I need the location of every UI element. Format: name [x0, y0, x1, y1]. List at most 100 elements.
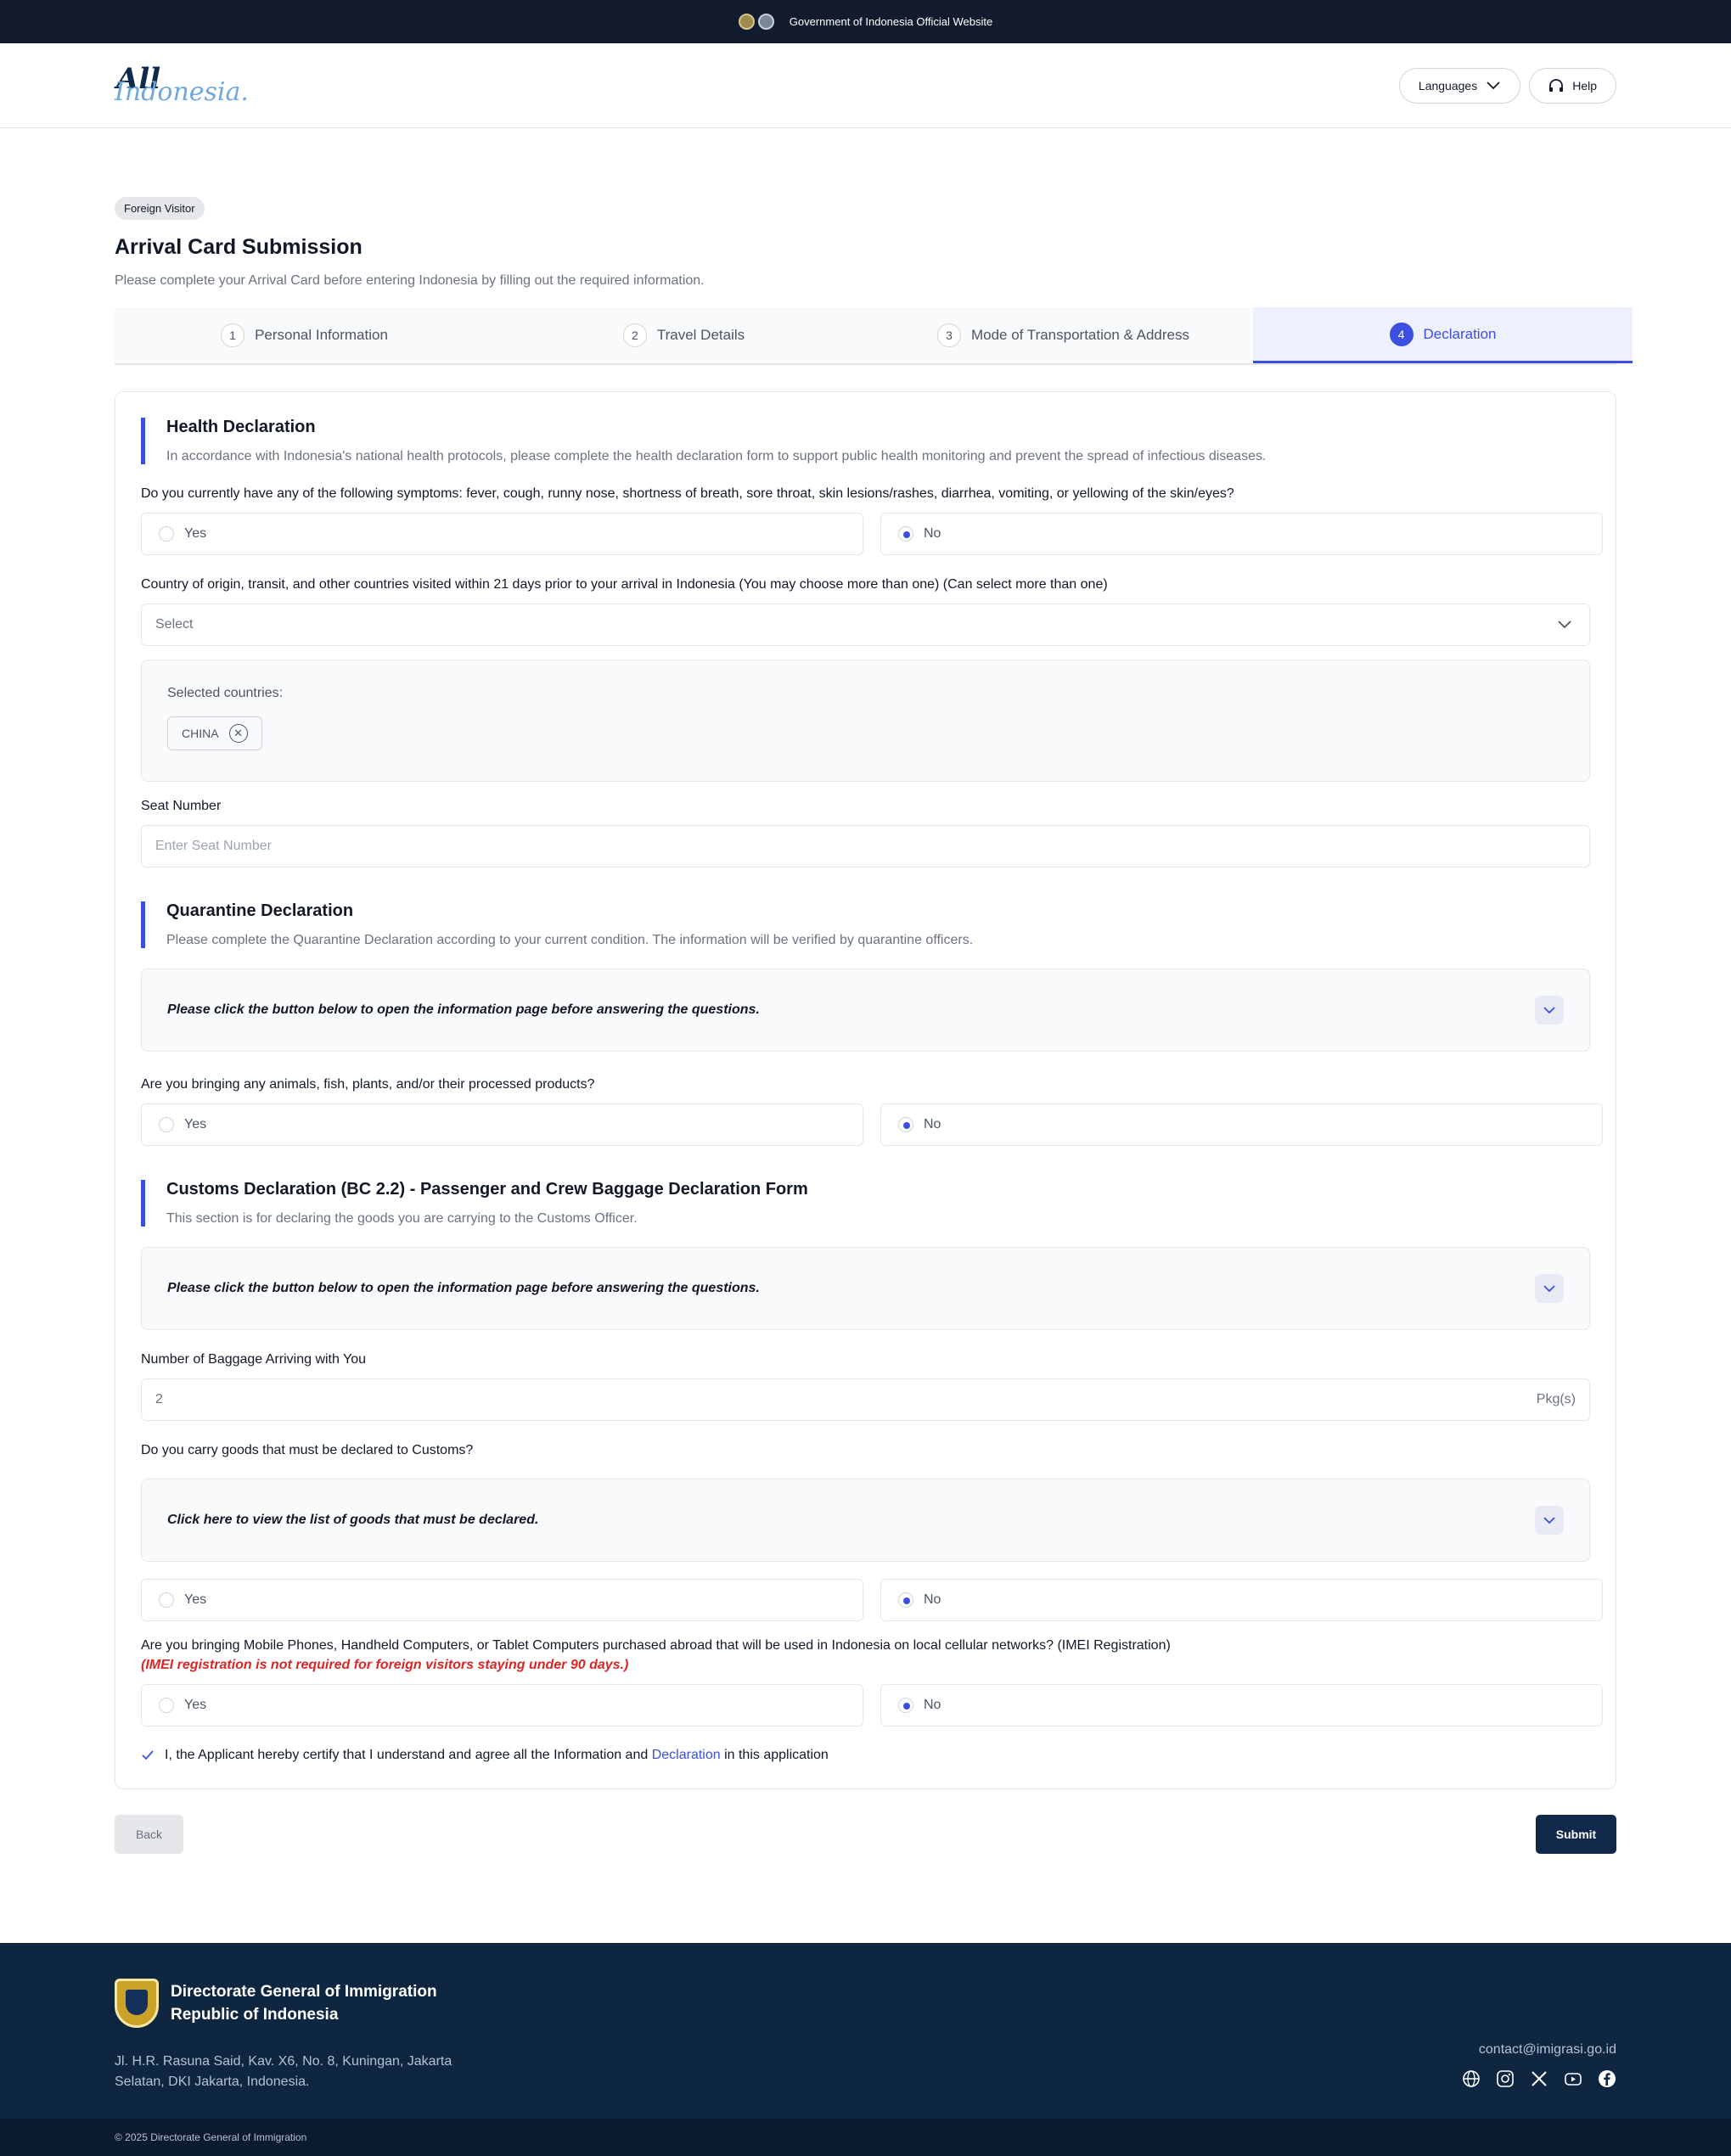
country-chip: CHINA ✕	[167, 716, 262, 750]
baggage-count-label: Number of Baggage Arriving with You	[141, 1352, 367, 1367]
radio-circle-icon	[159, 1117, 174, 1132]
goods-no-radio[interactable]: No	[880, 1579, 1603, 1621]
radio-circle-icon	[159, 526, 174, 542]
government-banner-text: Government of Indonesia Official Website	[789, 15, 993, 28]
seat-number-label: Seat Number	[141, 799, 222, 813]
countries-select[interactable]: Select	[141, 604, 1590, 646]
headset-icon	[1549, 78, 1564, 92]
section-title: Quarantine Declaration	[166, 901, 354, 920]
page-title: Arrival Card Submission	[115, 235, 362, 259]
step-tabs: 1 Personal Information 2 Travel Details …	[115, 307, 1633, 365]
submit-button[interactable]: Submit	[1536, 1815, 1616, 1854]
selected-countries-label: Selected countries:	[167, 686, 284, 700]
seat-number-placeholder: Enter Seat Number	[155, 839, 272, 853]
customs-info-accordion[interactable]: Please click the button below to open th…	[141, 1247, 1590, 1330]
section-description: Please complete the Quarantine Declarati…	[166, 933, 974, 947]
x-twitter-icon[interactable]	[1530, 2069, 1548, 2088]
section-title: Customs Declaration (BC 2.2) - Passenger…	[166, 1180, 808, 1199]
footer-email[interactable]: contact@imigrasi.go.id	[1462, 2042, 1616, 2058]
footer-org-line1: Directorate General of Immigration	[171, 1983, 437, 2001]
goods-list-accordion[interactable]: Click here to view the list of goods tha…	[141, 1479, 1590, 1562]
footer-org-line2: Republic of Indonesia	[171, 2006, 339, 2024]
imei-no-radio[interactable]: No	[880, 1684, 1603, 1726]
goods-question: Do you carry goods that must be declared…	[141, 1443, 474, 1457]
selected-countries-box: Selected countries: CHINA ✕	[141, 660, 1590, 782]
section-description: This section is for declaring the goods …	[166, 1211, 638, 1226]
imei-note: (IMEI registration is not required for f…	[141, 1658, 629, 1672]
immigration-emblem-icon	[757, 14, 774, 30]
footer-organization: Directorate General of Immigration Repub…	[115, 1979, 1616, 2028]
help-label: Help	[1572, 78, 1597, 93]
baggage-unit-label: Pkg(s)	[1536, 1392, 1576, 1406]
agreement-row: I, the Applicant hereby certify that I u…	[141, 1748, 1590, 1763]
checkmark-icon[interactable]	[141, 1749, 155, 1761]
languages-label: Languages	[1418, 78, 1478, 93]
chevron-down-icon[interactable]	[1535, 996, 1564, 1025]
animals-radio-group: Yes No	[141, 1103, 1603, 1146]
animals-no-radio[interactable]: No	[880, 1103, 1603, 1146]
declaration-form: Health Declaration In accordance with In…	[115, 391, 1616, 1789]
chevron-down-icon	[1487, 81, 1500, 89]
help-button[interactable]: Help	[1529, 67, 1616, 104]
languages-dropdown[interactable]: Languages	[1398, 67, 1521, 104]
chevron-down-icon[interactable]	[1535, 1274, 1564, 1303]
goods-radio-group: Yes No	[141, 1579, 1603, 1621]
health-declaration-header: Health Declaration In accordance with In…	[141, 418, 1590, 464]
animals-yes-radio[interactable]: Yes	[141, 1103, 863, 1146]
symptoms-question: Do you currently have any of the followi…	[141, 486, 1234, 501]
symptoms-yes-radio[interactable]: Yes	[141, 513, 863, 555]
site-header: All Indonesia. Languages Help	[0, 43, 1731, 128]
footer-address: Jl. H.R. Rasuna Said, Kav. X6, No. 8, Ku…	[115, 2054, 452, 2089]
animals-question: Are you bringing any animals, fish, plan…	[141, 1077, 595, 1092]
copyright-bar: © 2025 Directorate General of Immigratio…	[0, 2119, 1731, 2156]
chevron-down-icon[interactable]	[1535, 1506, 1564, 1535]
accordion-text: Please click the button below to open th…	[167, 1002, 760, 1017]
main-content: Foreign Visitor Arrival Card Submission …	[0, 128, 1731, 1854]
tab-declaration[interactable]: 4 Declaration	[1253, 307, 1633, 363]
seat-number-input[interactable]: Enter Seat Number	[141, 825, 1590, 867]
symptoms-radio-group: Yes No	[141, 513, 1603, 555]
accordion-text: Click here to view the list of goods tha…	[167, 1513, 539, 1527]
radio-selected-icon	[898, 1698, 913, 1713]
copyright-text: © 2025 Directorate General of Immigratio…	[115, 2131, 307, 2143]
imei-radio-group: Yes No	[141, 1684, 1603, 1726]
all-indonesia-logo[interactable]: All Indonesia.	[115, 65, 249, 107]
select-placeholder: Select	[155, 617, 194, 632]
section-description: In accordance with Indonesia's national …	[166, 449, 1267, 463]
imei-yes-radio[interactable]: Yes	[141, 1684, 863, 1726]
instagram-icon[interactable]	[1496, 2069, 1515, 2088]
tab-personal-information[interactable]: 1 Personal Information	[115, 307, 494, 363]
countries-question: Country of origin, transit, and other co…	[141, 577, 1108, 592]
accordion-text: Please click the button below to open th…	[167, 1281, 760, 1295]
customs-declaration-header: Customs Declaration (BC 2.2) - Passenger…	[141, 1180, 1590, 1227]
baggage-count-input[interactable]: 2 Pkg(s)	[141, 1378, 1590, 1421]
goods-yes-radio[interactable]: Yes	[141, 1579, 863, 1621]
remove-chip-close-icon[interactable]: ✕	[228, 724, 248, 743]
page-subtitle: Please complete your Arrival Card before…	[115, 273, 705, 288]
government-banner: Government of Indonesia Official Website	[0, 0, 1731, 43]
section-title: Health Declaration	[166, 418, 316, 436]
radio-selected-icon	[898, 1117, 913, 1132]
radio-circle-icon	[159, 1592, 174, 1608]
radio-selected-icon	[898, 526, 913, 542]
declaration-link[interactable]: Declaration	[652, 1748, 721, 1762]
youtube-icon[interactable]	[1564, 2069, 1582, 2088]
radio-circle-icon	[159, 1698, 174, 1713]
radio-selected-icon	[898, 1592, 913, 1608]
back-button[interactable]: Back	[115, 1815, 183, 1854]
globe-icon[interactable]	[1462, 2069, 1481, 2088]
tab-transportation-address[interactable]: 3 Mode of Transportation & Address	[874, 307, 1253, 363]
symptoms-no-radio[interactable]: No	[880, 513, 1603, 555]
government-logos	[738, 14, 774, 30]
agreement-text: I, the Applicant hereby certify that I u…	[165, 1748, 829, 1762]
facebook-icon[interactable]	[1598, 2069, 1616, 2088]
tab-travel-details[interactable]: 2 Travel Details	[494, 307, 874, 363]
site-footer: Directorate General of Immigration Repub…	[0, 1943, 1731, 2119]
quarantine-declaration-header: Quarantine Declaration Please complete t…	[141, 901, 1590, 948]
imei-question: Are you bringing Mobile Phones, Handheld…	[141, 1638, 1171, 1653]
visitor-type-badge: Foreign Visitor	[115, 197, 205, 220]
quarantine-info-accordion[interactable]: Please click the button below to open th…	[141, 969, 1590, 1052]
baggage-count-value: 2	[155, 1392, 163, 1406]
form-actions: Back Submit	[115, 1815, 1616, 1854]
country-chip-label: CHINA	[182, 727, 219, 740]
